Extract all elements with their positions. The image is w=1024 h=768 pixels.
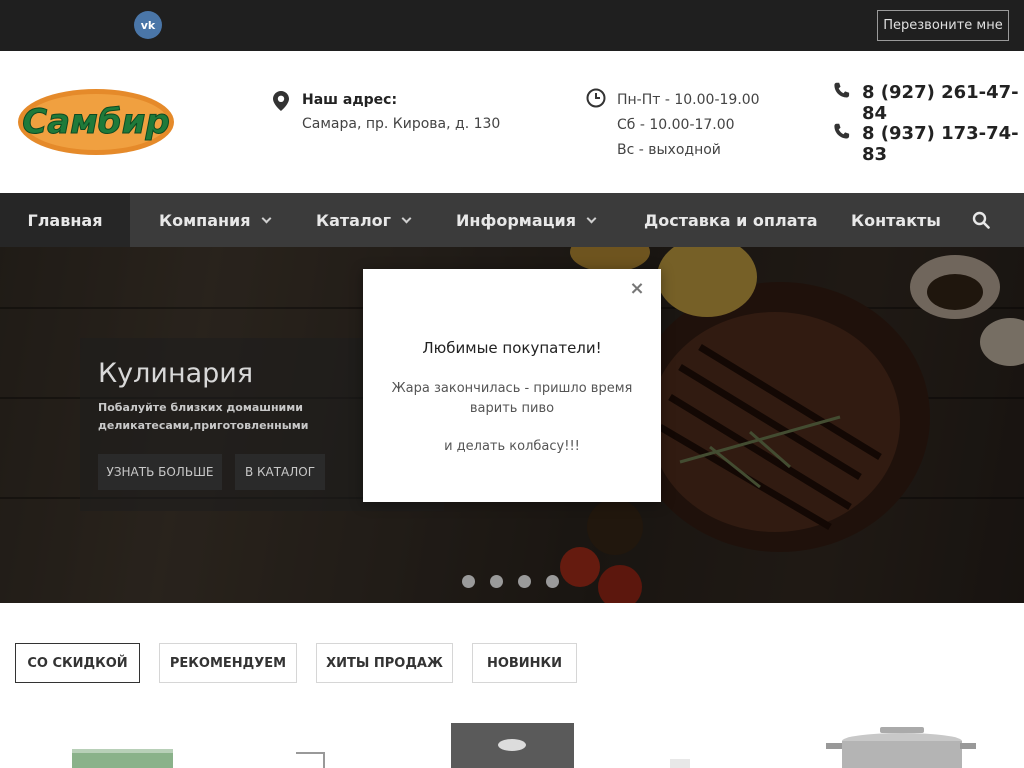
hours-saturday: Сб - 10.00-17.00 (617, 117, 735, 133)
tab-bestsellers[interactable]: ХИТЫ ПРОДАЖ (316, 643, 453, 683)
product-image[interactable] (451, 723, 574, 768)
close-icon[interactable]: × (629, 280, 645, 298)
chevron-down-icon (401, 213, 412, 223)
callback-button[interactable]: Перезвоните мне (877, 10, 1009, 41)
product-image[interactable] (70, 723, 175, 768)
slider-dot[interactable] (518, 575, 531, 588)
nav-item-info[interactable]: Информация (456, 193, 597, 247)
tab-discount[interactable]: СО СКИДКОЙ (15, 643, 140, 683)
promo-modal: × Любимые покупатели! Жара закончилась -… (363, 269, 661, 502)
modal-text: Жара закончилась - пришло время варить п… (391, 381, 633, 416)
tab-recommended[interactable]: РЕКОМЕНДУЕМ (159, 643, 297, 683)
nav-label: Контакты (851, 210, 941, 230)
product-image[interactable] (665, 723, 695, 768)
address-title: Наш адрес: (302, 92, 398, 108)
nav-label: Главная (27, 210, 103, 230)
nav-item-contacts[interactable]: Контакты (851, 193, 941, 247)
modal-title: Любимые покупатели! (422, 339, 602, 357)
header: Самбир Наш адрес: Самара, пр. Кирова, д.… (0, 51, 1024, 193)
slide-description: Побалуйте близких домашними деликатесами… (98, 401, 309, 432)
clock-icon (586, 88, 606, 108)
phone-number-2[interactable]: 8 (937) 173-74-83 (862, 123, 1024, 165)
slider-dot[interactable] (546, 575, 559, 588)
nav-label: Каталог (316, 210, 392, 230)
main-nav: Главная Компания Каталог Информация Дост… (0, 193, 1024, 247)
nav-label: Компания (159, 210, 251, 230)
modal-text-secondary: и делать колбасу!!! (444, 439, 580, 454)
chevron-down-icon (586, 213, 597, 223)
map-pin-icon (273, 91, 289, 111)
learn-more-button[interactable]: УЗНАТЬ БОЛЬШЕ (98, 454, 222, 490)
slider-dot[interactable] (462, 575, 475, 588)
to-catalog-button[interactable]: В КАТАЛОГ (235, 454, 325, 490)
site-logo[interactable]: Самбир (16, 87, 176, 157)
search-icon[interactable] (972, 211, 990, 229)
slide-title: Кулинария (98, 358, 254, 389)
tab-new[interactable]: НОВИНКИ (472, 643, 577, 683)
phone-number-1[interactable]: 8 (927) 261-47-84 (862, 82, 1024, 124)
top-bar: vk Перезвоните мне (0, 0, 1024, 51)
nav-item-catalog[interactable]: Каталог (316, 193, 412, 247)
vk-icon[interactable]: vk (134, 11, 162, 39)
hours-weekdays: Пн-Пт - 10.00-19.00 (617, 92, 760, 108)
nav-label: Доставка и оплата (644, 210, 818, 230)
phone-icon (834, 82, 850, 98)
working-hours: Пн-Пт - 10.00-19.00 Сб - 10.00-17.00 Вс … (617, 88, 760, 163)
nav-item-company[interactable]: Компания (159, 193, 271, 247)
slider-dot[interactable] (490, 575, 503, 588)
chevron-down-icon (261, 213, 271, 223)
product-image[interactable] (822, 723, 980, 768)
nav-label: Информация (456, 210, 576, 230)
svg-text:Самбир: Самбир (22, 102, 170, 142)
phone-icon (834, 123, 850, 139)
address-text: Самара, пр. Кирова, д. 130 (302, 116, 501, 132)
hours-sunday: Вс - выходной (617, 142, 721, 158)
nav-item-delivery[interactable]: Доставка и оплата (644, 193, 818, 247)
product-image[interactable] (290, 723, 330, 768)
nav-item-home[interactable]: Главная (0, 193, 130, 247)
